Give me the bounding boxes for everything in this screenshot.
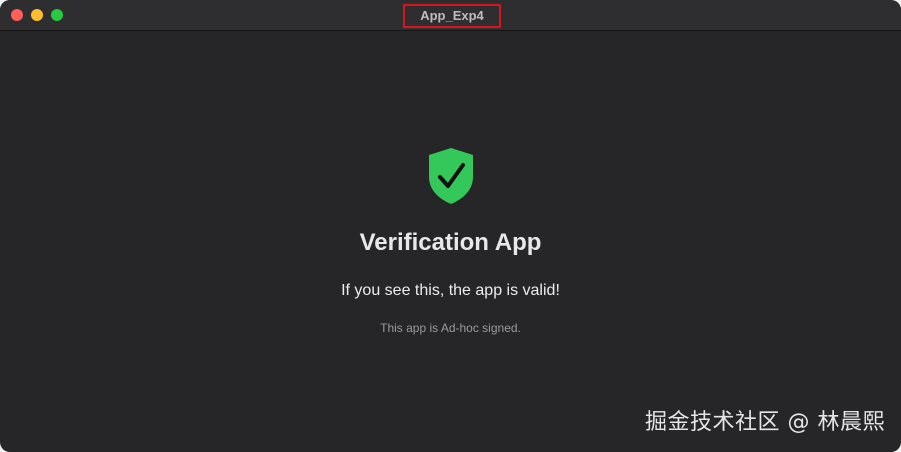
validity-message: If you see this, the app is valid! xyxy=(341,282,560,299)
app-window: App_Exp4 Verification App If you see thi… xyxy=(0,0,901,452)
main-content: Verification App If you see this, the ap… xyxy=(0,31,901,452)
shield-check-icon xyxy=(429,148,473,204)
zoom-window-button[interactable] xyxy=(51,9,63,21)
window-title: App_Exp4 xyxy=(403,4,501,28)
close-window-button[interactable] xyxy=(11,9,23,21)
watermark: 掘金技术社区 @ 林晨熙 xyxy=(645,410,885,435)
app-heading: Verification App xyxy=(359,229,542,256)
minimize-window-button[interactable] xyxy=(31,9,43,21)
title-bar[interactable]: App_Exp4 xyxy=(0,0,901,31)
signing-note: This app is Ad-hoc signed. xyxy=(380,321,521,335)
